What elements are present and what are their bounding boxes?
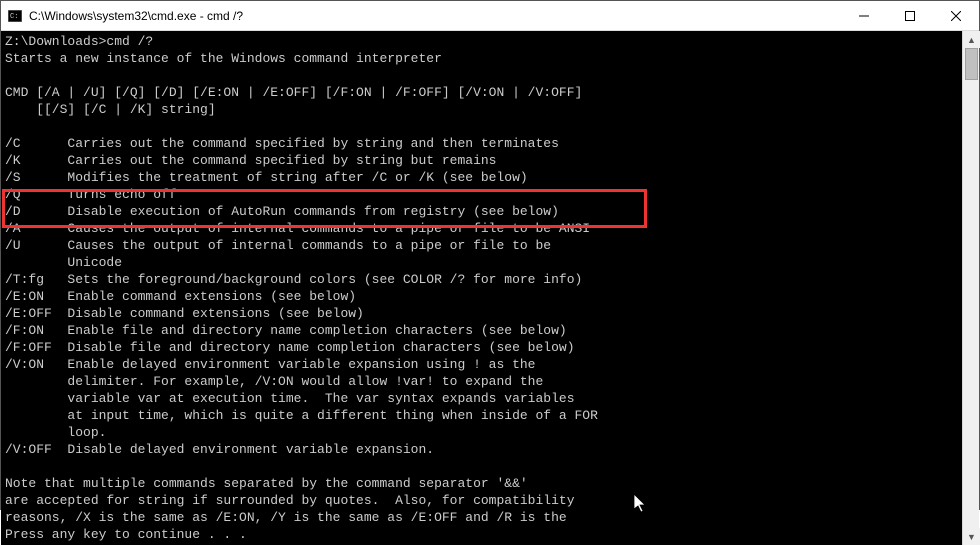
output-line: /E:ON Enable command extensions (see bel… xyxy=(5,289,356,304)
scroll-up-arrow[interactable]: ▲ xyxy=(963,31,980,48)
minimize-button[interactable] xyxy=(841,1,887,31)
output-line: /F:ON Enable file and directory name com… xyxy=(5,323,567,338)
window-title: C:\Windows\system32\cmd.exe - cmd /? xyxy=(29,9,243,23)
output-line: CMD [/A | /U] [/Q] [/D] [/E:ON | /E:OFF]… xyxy=(5,85,582,100)
output-line: Starts a new instance of the Windows com… xyxy=(5,51,442,66)
output-line: Unicode xyxy=(5,255,122,270)
output-line: are accepted for string if surrounded by… xyxy=(5,493,575,508)
output-line: at input time, which is quite a differen… xyxy=(5,408,598,423)
titlebar[interactable]: C: C:\Windows\system32\cmd.exe - cmd /? xyxy=(1,1,979,31)
output-line: /K Carries out the command specified by … xyxy=(5,153,496,168)
output-line: /D Disable execution of AutoRun commands… xyxy=(5,204,559,219)
cmd-icon: C: xyxy=(7,8,23,24)
output-line: /E:OFF Disable command extensions (see b… xyxy=(5,306,364,321)
output-line: /S Modifies the treatment of string afte… xyxy=(5,170,528,185)
output-line: /F:OFF Disable file and directory name c… xyxy=(5,340,575,355)
console-area: Z:\Downloads>cmd /? Starts a new instanc… xyxy=(1,31,979,545)
output-line: /V:OFF Disable delayed environment varia… xyxy=(5,442,434,457)
output-line: /C Carries out the command specified by … xyxy=(5,136,559,151)
output-line: Press any key to continue . . . xyxy=(5,527,247,542)
output-line: /A Causes the output of internal command… xyxy=(5,221,590,236)
output-line: delimiter. For example, /V:ON would allo… xyxy=(5,374,543,389)
close-button[interactable] xyxy=(933,1,979,31)
output-line: /V:ON Enable delayed environment variabl… xyxy=(5,357,536,372)
output-line: /T:fg Sets the foreground/background col… xyxy=(5,272,582,287)
vertical-scrollbar[interactable]: ▲ ▼ xyxy=(962,31,979,545)
output-line: Note that multiple commands separated by… xyxy=(5,476,528,491)
output-line: loop. xyxy=(5,425,106,440)
scroll-down-arrow[interactable]: ▼ xyxy=(963,528,980,545)
prompt-path: Z:\Downloads> xyxy=(5,34,106,49)
output-line: [[/S] [/C | /K] string] xyxy=(5,102,216,117)
output-line: variable var at execution time. The var … xyxy=(5,391,575,406)
window-frame: C: C:\Windows\system32\cmd.exe - cmd /? … xyxy=(0,0,980,510)
output-line: /Q Turns echo off xyxy=(5,187,177,202)
output-line: /U Causes the output of internal command… xyxy=(5,238,551,253)
scroll-thumb[interactable] xyxy=(965,48,978,80)
maximize-button[interactable] xyxy=(887,1,933,31)
output-line: reasons, /X is the same as /E:ON, /Y is … xyxy=(5,510,567,525)
console-output[interactable]: Z:\Downloads>cmd /? Starts a new instanc… xyxy=(1,31,962,545)
prompt-command: cmd /? xyxy=(106,34,153,49)
svg-text:C:: C: xyxy=(10,13,18,21)
